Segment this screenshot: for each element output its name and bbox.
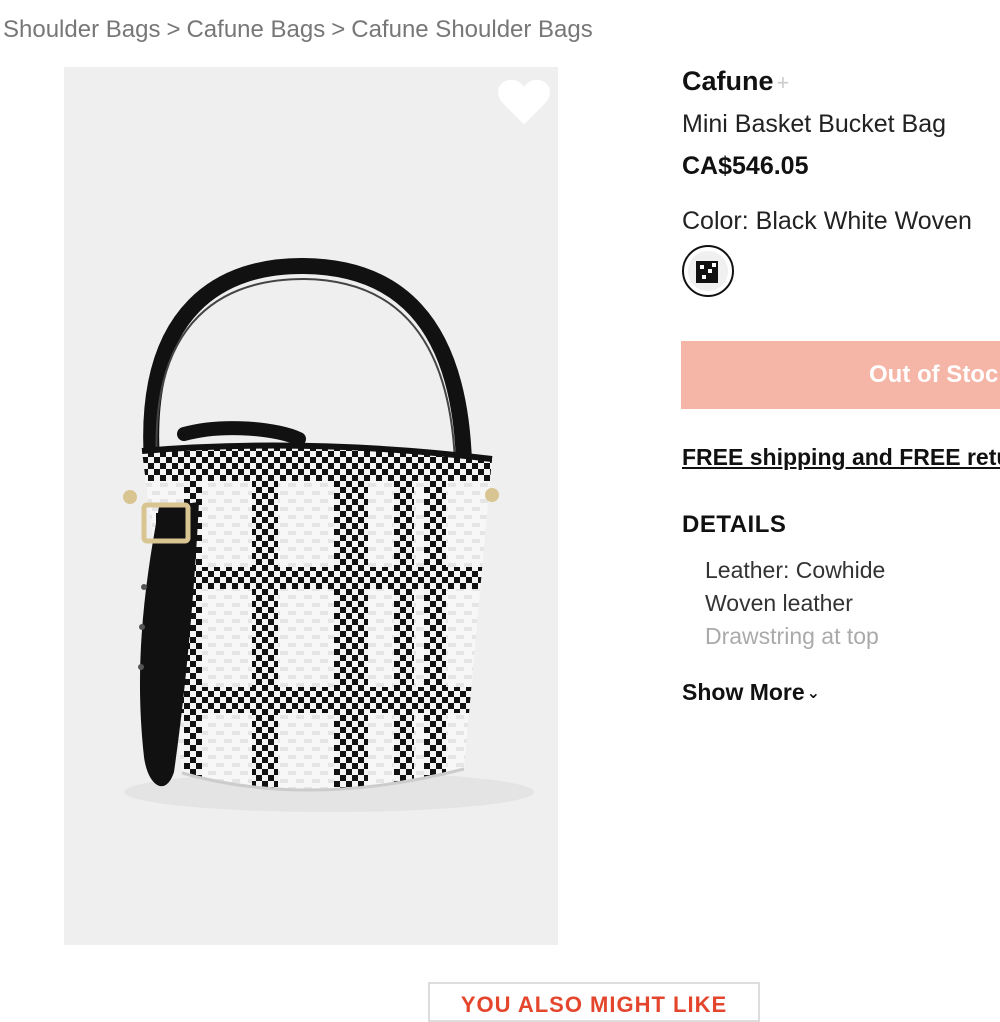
color-value: Black White Woven bbox=[755, 207, 972, 235]
recommendations-heading-box: YOU ALSO MIGHT LIKE bbox=[428, 982, 760, 1022]
color-swatch-black-white[interactable] bbox=[682, 245, 734, 297]
product-title: Mini Basket Bucket Bag bbox=[682, 110, 947, 138]
product-image[interactable] bbox=[64, 67, 558, 945]
product-info: Cafune + Mini Basket Bucket Bag CA$546.05… bbox=[681, 0, 1000, 1000]
show-more-label[interactable]: Show More bbox=[682, 679, 805, 705]
out-of-stock-button[interactable]: Out of Stock bbox=[681, 341, 1000, 409]
favorite-heart-icon[interactable] bbox=[496, 77, 552, 129]
details-item: Drawstring at top bbox=[705, 623, 879, 649]
chevron-down-icon: ⌄ bbox=[806, 685, 821, 702]
details-item: Woven leather bbox=[705, 590, 853, 616]
breadcrumb: Shoulder Bags > Cafune Bags > Cafune Shoulde… bbox=[3, 16, 593, 44]
color-selection-label: Color: Black White Woven bbox=[682, 207, 972, 236]
follow-brand-icon[interactable]: + bbox=[777, 70, 790, 95]
color-label: Color: bbox=[682, 207, 749, 235]
brand-name[interactable]: Cafune + bbox=[682, 66, 789, 97]
details-heading: DETAILS bbox=[682, 511, 787, 538]
breadcrumb-separator: > bbox=[331, 16, 346, 43]
breadcrumb-cafune-shoulder-bags[interactable]: Cafune Shoulder Bags bbox=[351, 16, 593, 43]
show-more-button[interactable]: Show More ⌄ bbox=[682, 679, 820, 706]
recommendations-heading: YOU ALSO MIGHT LIKE bbox=[460, 992, 728, 1017]
details-list: Leather: Cowhide Woven leather Drawstrin… bbox=[705, 554, 885, 653]
breadcrumb-cafune-bags[interactable]: Cafune Bags bbox=[186, 16, 325, 43]
bucket-bag-illustration bbox=[123, 257, 534, 812]
details-item: Leather: Cowhide bbox=[705, 557, 886, 583]
breadcrumb-shoulder-bags[interactable]: Shoulder Bags bbox=[3, 16, 160, 43]
product-price: CA$546.05 bbox=[682, 152, 809, 180]
free-shipping-link[interactable]: FREE shipping and FREE returns bbox=[682, 444, 1000, 471]
breadcrumb-separator: > bbox=[166, 16, 181, 43]
swatch-thumbnail bbox=[688, 251, 728, 291]
brand-label[interactable]: Cafune bbox=[682, 66, 774, 96]
